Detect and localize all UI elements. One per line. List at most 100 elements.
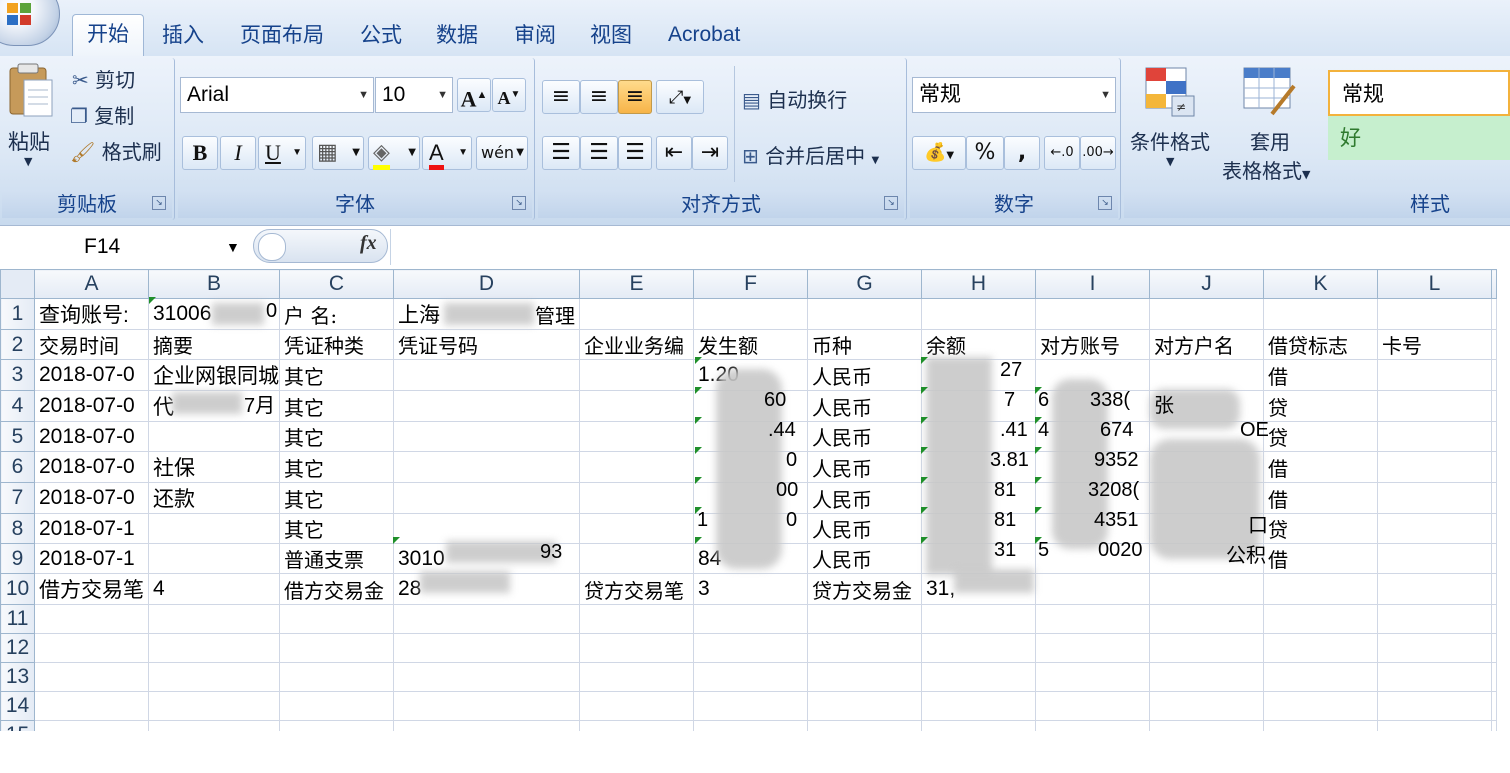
row-header[interactable]: 7 (0, 482, 35, 514)
cell-overflow[interactable] (1491, 482, 1497, 514)
column-header-I[interactable]: I (1035, 269, 1150, 299)
cell-C5[interactable]: 其它 (279, 421, 394, 452)
cell-overflow[interactable] (1491, 720, 1497, 731)
cell-B14[interactable] (148, 691, 280, 721)
chevron-down-icon[interactable]: ▼ (1166, 155, 1174, 168)
cell-D11[interactable] (393, 604, 580, 634)
cell-K12[interactable] (1263, 633, 1378, 663)
align-right-button[interactable]: ☰ (618, 136, 652, 170)
cell-J1[interactable] (1149, 298, 1264, 330)
cell-L1[interactable] (1377, 298, 1492, 330)
tab-home[interactable]: 开始 (72, 14, 144, 57)
cell-A6[interactable]: 2018-07-0 (34, 451, 149, 483)
format-as-table-label-1[interactable]: 套用 (1250, 126, 1290, 155)
cell-I14[interactable] (1035, 691, 1150, 721)
cell-overflow[interactable] (1491, 691, 1497, 721)
align-top-button[interactable]: ≡ (542, 80, 580, 114)
cell-L10[interactable] (1377, 573, 1492, 605)
cell-D5[interactable] (393, 421, 580, 452)
font-name-combo[interactable]: Arial ▼ (180, 77, 374, 113)
cell-E1[interactable] (579, 298, 694, 330)
cell-A10[interactable]: 借方交易笔 (34, 573, 149, 605)
cell-I1[interactable] (1035, 298, 1150, 330)
number-format-combo[interactable]: 常规 ▼ (912, 77, 1116, 113)
format-as-table-button[interactable] (1242, 64, 1298, 120)
cell-C13[interactable] (279, 662, 394, 692)
cell-C2[interactable]: 凭证种类 (279, 329, 394, 360)
font-size-combo[interactable]: 10 ▼ (375, 77, 453, 113)
cell-H2[interactable]: 余额 (921, 329, 1036, 360)
cell-G2[interactable]: 币种 (807, 329, 922, 360)
cell-B6[interactable]: 社保 (148, 451, 280, 483)
cell-J11[interactable] (1149, 604, 1264, 634)
cell-overflow[interactable] (1491, 543, 1497, 574)
cell-K8[interactable]: 贷 (1263, 513, 1378, 544)
cell-E11[interactable] (579, 604, 694, 634)
phonetic-button[interactable]: wén ▼ (476, 136, 528, 170)
cell-L3[interactable] (1377, 359, 1492, 391)
row-header[interactable]: 6 (0, 451, 35, 483)
tab-insert[interactable]: 插入 (148, 16, 218, 54)
cell-A11[interactable] (34, 604, 149, 634)
cell-C1[interactable]: 户 名: (279, 298, 394, 330)
cell-C15[interactable] (279, 720, 394, 731)
cell-L8[interactable] (1377, 513, 1492, 544)
decrease-decimal-button[interactable]: .00→ (1080, 136, 1116, 170)
cell-I13[interactable] (1035, 662, 1150, 692)
cell-overflow[interactable] (1491, 298, 1497, 330)
paste-label[interactable]: 粘贴 (8, 126, 50, 156)
cell-L7[interactable] (1377, 482, 1492, 514)
formula-input[interactable] (390, 229, 1510, 265)
cell-I11[interactable] (1035, 604, 1150, 634)
cell-J15[interactable] (1149, 720, 1264, 731)
borders-button[interactable]: ▦ ▼ (312, 136, 364, 170)
increase-decimal-button[interactable]: ←.0 (1044, 136, 1080, 170)
grow-font-button[interactable]: A▲ (457, 78, 491, 112)
increase-indent-button[interactable]: ⇥ (692, 136, 728, 170)
tab-data[interactable]: 数据 (422, 16, 492, 54)
cell-K15[interactable] (1263, 720, 1378, 731)
cut-button[interactable]: ✂ 剪切 (72, 64, 135, 93)
cell-G6[interactable]: 人民币 (807, 451, 922, 483)
cell-B2[interactable]: 摘要 (148, 329, 280, 360)
cell-G14[interactable] (807, 691, 922, 721)
cell-E4[interactable] (579, 390, 694, 422)
cell-F11[interactable] (693, 604, 808, 634)
chevron-down-icon[interactable]: ▼ (1302, 168, 1310, 181)
chevron-down-icon[interactable]: ▼ (408, 137, 416, 169)
italic-button[interactable]: I (220, 136, 256, 170)
cell-F14[interactable] (693, 691, 808, 721)
cell-B11[interactable] (148, 604, 280, 634)
column-header-G[interactable]: G (807, 269, 922, 299)
chevron-down-icon[interactable]: ▼ (352, 137, 360, 169)
cell-J12[interactable] (1149, 633, 1264, 663)
row-header[interactable]: 2 (0, 329, 35, 360)
cell-J14[interactable] (1149, 691, 1264, 721)
cell-K6[interactable]: 借 (1263, 451, 1378, 483)
cell-F12[interactable] (693, 633, 808, 663)
fill-color-button[interactable]: ◈ ▼ (368, 136, 420, 170)
cell-L2[interactable]: 卡号 (1377, 329, 1492, 360)
cell-B15[interactable] (148, 720, 280, 731)
cell-A12[interactable] (34, 633, 149, 663)
cell-D13[interactable] (393, 662, 580, 692)
merge-center-button[interactable]: ⊞ 合并后居中 ▼ (742, 140, 879, 169)
chevron-down-icon[interactable]: ▼ (292, 137, 302, 169)
tab-page-layout[interactable]: 页面布局 (226, 16, 338, 54)
column-header-L[interactable]: L (1377, 269, 1492, 299)
cell-K14[interactable] (1263, 691, 1378, 721)
cell-I10[interactable] (1035, 573, 1150, 605)
cell-K4[interactable]: 贷 (1263, 390, 1378, 422)
expand-circle-icon[interactable] (258, 233, 286, 261)
cell-K7[interactable]: 借 (1263, 482, 1378, 514)
chevron-down-icon[interactable]: ▼ (1100, 78, 1111, 112)
name-box[interactable]: F14 ▼ (0, 229, 250, 265)
cell-C11[interactable] (279, 604, 394, 634)
cell-B9[interactable] (148, 543, 280, 574)
column-header-J[interactable]: J (1149, 269, 1264, 299)
cell-overflow[interactable] (1491, 359, 1497, 391)
cell-J3[interactable] (1149, 359, 1264, 391)
cell-F13[interactable] (693, 662, 808, 692)
cell-G4[interactable]: 人民币 (807, 390, 922, 422)
row-header[interactable]: 9 (0, 543, 35, 574)
